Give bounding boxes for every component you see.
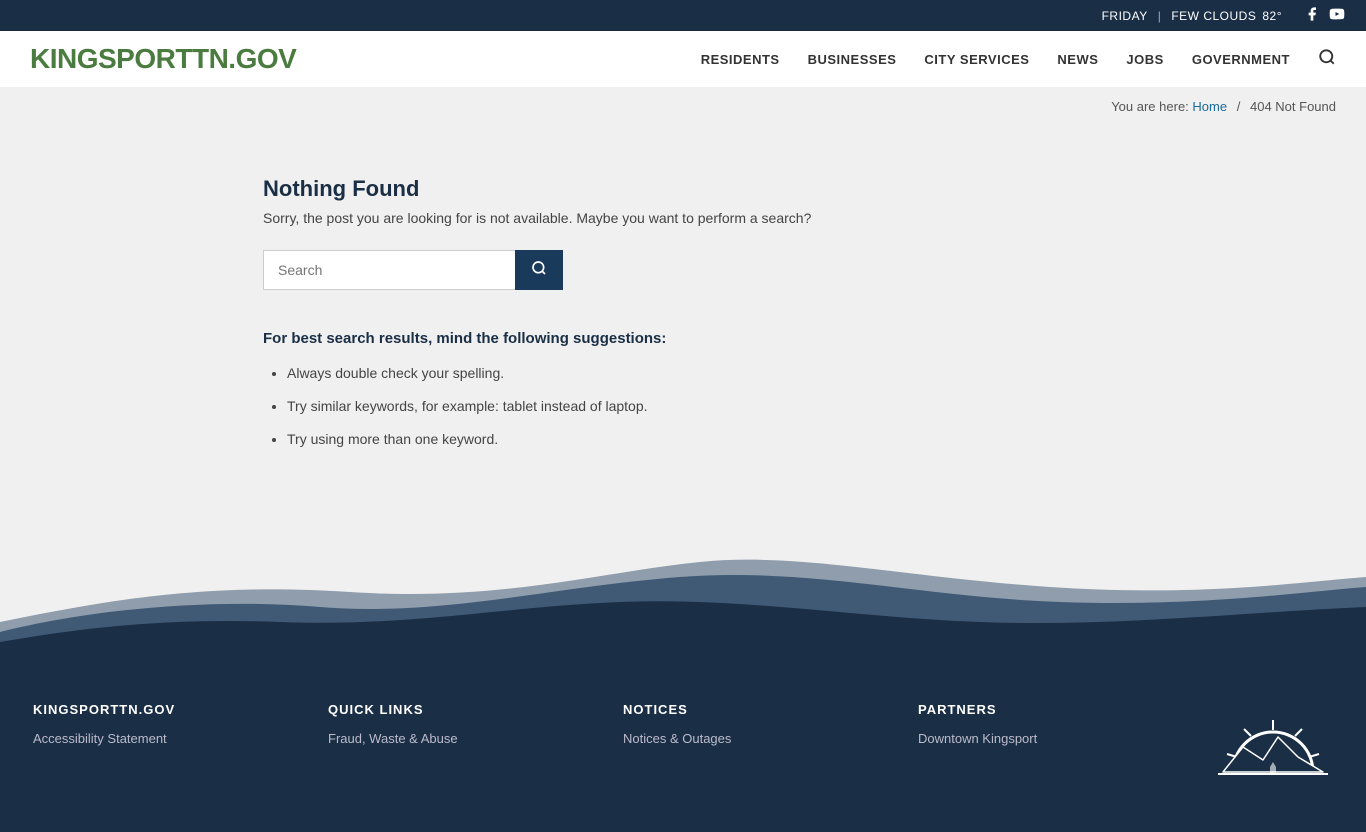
- footer-link-downtown[interactable]: Downtown Kingsport: [918, 731, 1173, 746]
- temperature-label: 82°: [1262, 9, 1282, 23]
- footer-grid: KINGSPORTTN.GOV Accessibility Statement …: [33, 702, 1333, 802]
- footer-col-partners: PARTNERS Downtown Kingsport: [918, 702, 1173, 802]
- weather-label: FEW CLOUDS: [1171, 9, 1256, 23]
- site-logo[interactable]: KINGSPORTTN.GOV: [30, 43, 296, 75]
- social-icons: [1304, 6, 1346, 25]
- mountain-decoration: [0, 522, 1366, 662]
- main-nav: RESIDENTS BUSINESSES CITY SERVICES NEWS …: [701, 48, 1336, 71]
- nav-city-services[interactable]: CITY SERVICES: [924, 52, 1029, 67]
- nav-residents[interactable]: RESIDENTS: [701, 52, 780, 67]
- search-input[interactable]: [263, 250, 515, 290]
- footer-col-quicklinks: QUICK LINKS Fraud, Waste & Abuse: [328, 702, 583, 802]
- kingsport-logo-icon: [1213, 702, 1333, 802]
- search-icon[interactable]: [1318, 48, 1336, 71]
- search-button[interactable]: [515, 250, 563, 290]
- logo-text3: .GOV: [228, 43, 296, 74]
- footer-col-notices-title: NOTICES: [623, 702, 878, 717]
- separator: |: [1158, 9, 1162, 23]
- footer-link-accessibility[interactable]: Accessibility Statement: [33, 731, 288, 746]
- top-bar: FRIDAY | FEW CLOUDS 82°: [0, 0, 1366, 31]
- footer-col-notices: NOTICES Notices & Outages: [623, 702, 878, 802]
- search-form: [263, 250, 563, 290]
- footer-col-partners-title: PARTNERS: [918, 702, 1173, 717]
- nav-businesses[interactable]: BUSINESSES: [808, 52, 897, 67]
- footer-col-site: KINGSPORTTN.GOV Accessibility Statement: [33, 702, 288, 802]
- not-found-description: Sorry, the post you are looking for is n…: [263, 210, 1103, 226]
- suggestion-3: Try using more than one keyword.: [287, 429, 1103, 450]
- suggestion-1: Always double check your spelling.: [287, 363, 1103, 384]
- breadcrumb-current: 404 Not Found: [1250, 99, 1336, 114]
- you-are-here-label: You are here:: [1111, 99, 1189, 114]
- footer-col-quicklinks-title: QUICK LINKS: [328, 702, 583, 717]
- footer-link-fraud[interactable]: Fraud, Waste & Abuse: [328, 731, 583, 746]
- page-title: Nothing Found: [263, 176, 1103, 202]
- logo-text2: TN: [192, 43, 228, 74]
- logo-text1: KINGSPORT: [30, 43, 192, 74]
- footer-logo-area: [1213, 702, 1333, 802]
- breadcrumb: You are here: Home / 404 Not Found: [0, 87, 1366, 126]
- suggestions-list: Always double check your spelling. Try s…: [263, 363, 1103, 450]
- main-content: Nothing Found Sorry, the post you are lo…: [233, 126, 1133, 522]
- footer-col-site-title: KINGSPORTTN.GOV: [33, 702, 288, 717]
- nav-government[interactable]: GOVERNMENT: [1192, 52, 1290, 67]
- nav-news[interactable]: NEWS: [1057, 52, 1098, 67]
- weather-info: FRIDAY | FEW CLOUDS 82°: [1102, 9, 1282, 23]
- footer: KINGSPORTTN.GOV Accessibility Statement …: [0, 662, 1366, 832]
- day-label: FRIDAY: [1102, 9, 1148, 23]
- header: KINGSPORTTN.GOV RESIDENTS BUSINESSES CIT…: [0, 31, 1366, 87]
- breadcrumb-separator: /: [1237, 99, 1241, 114]
- suggestion-2: Try similar keywords, for example: table…: [287, 396, 1103, 417]
- footer-link-notices[interactable]: Notices & Outages: [623, 731, 878, 746]
- facebook-icon[interactable]: [1304, 6, 1320, 25]
- youtube-icon[interactable]: [1328, 6, 1346, 25]
- suggestions-title: For best search results, mind the follow…: [263, 330, 1103, 347]
- breadcrumb-home[interactable]: Home: [1192, 99, 1227, 114]
- nav-jobs[interactable]: JOBS: [1126, 52, 1163, 67]
